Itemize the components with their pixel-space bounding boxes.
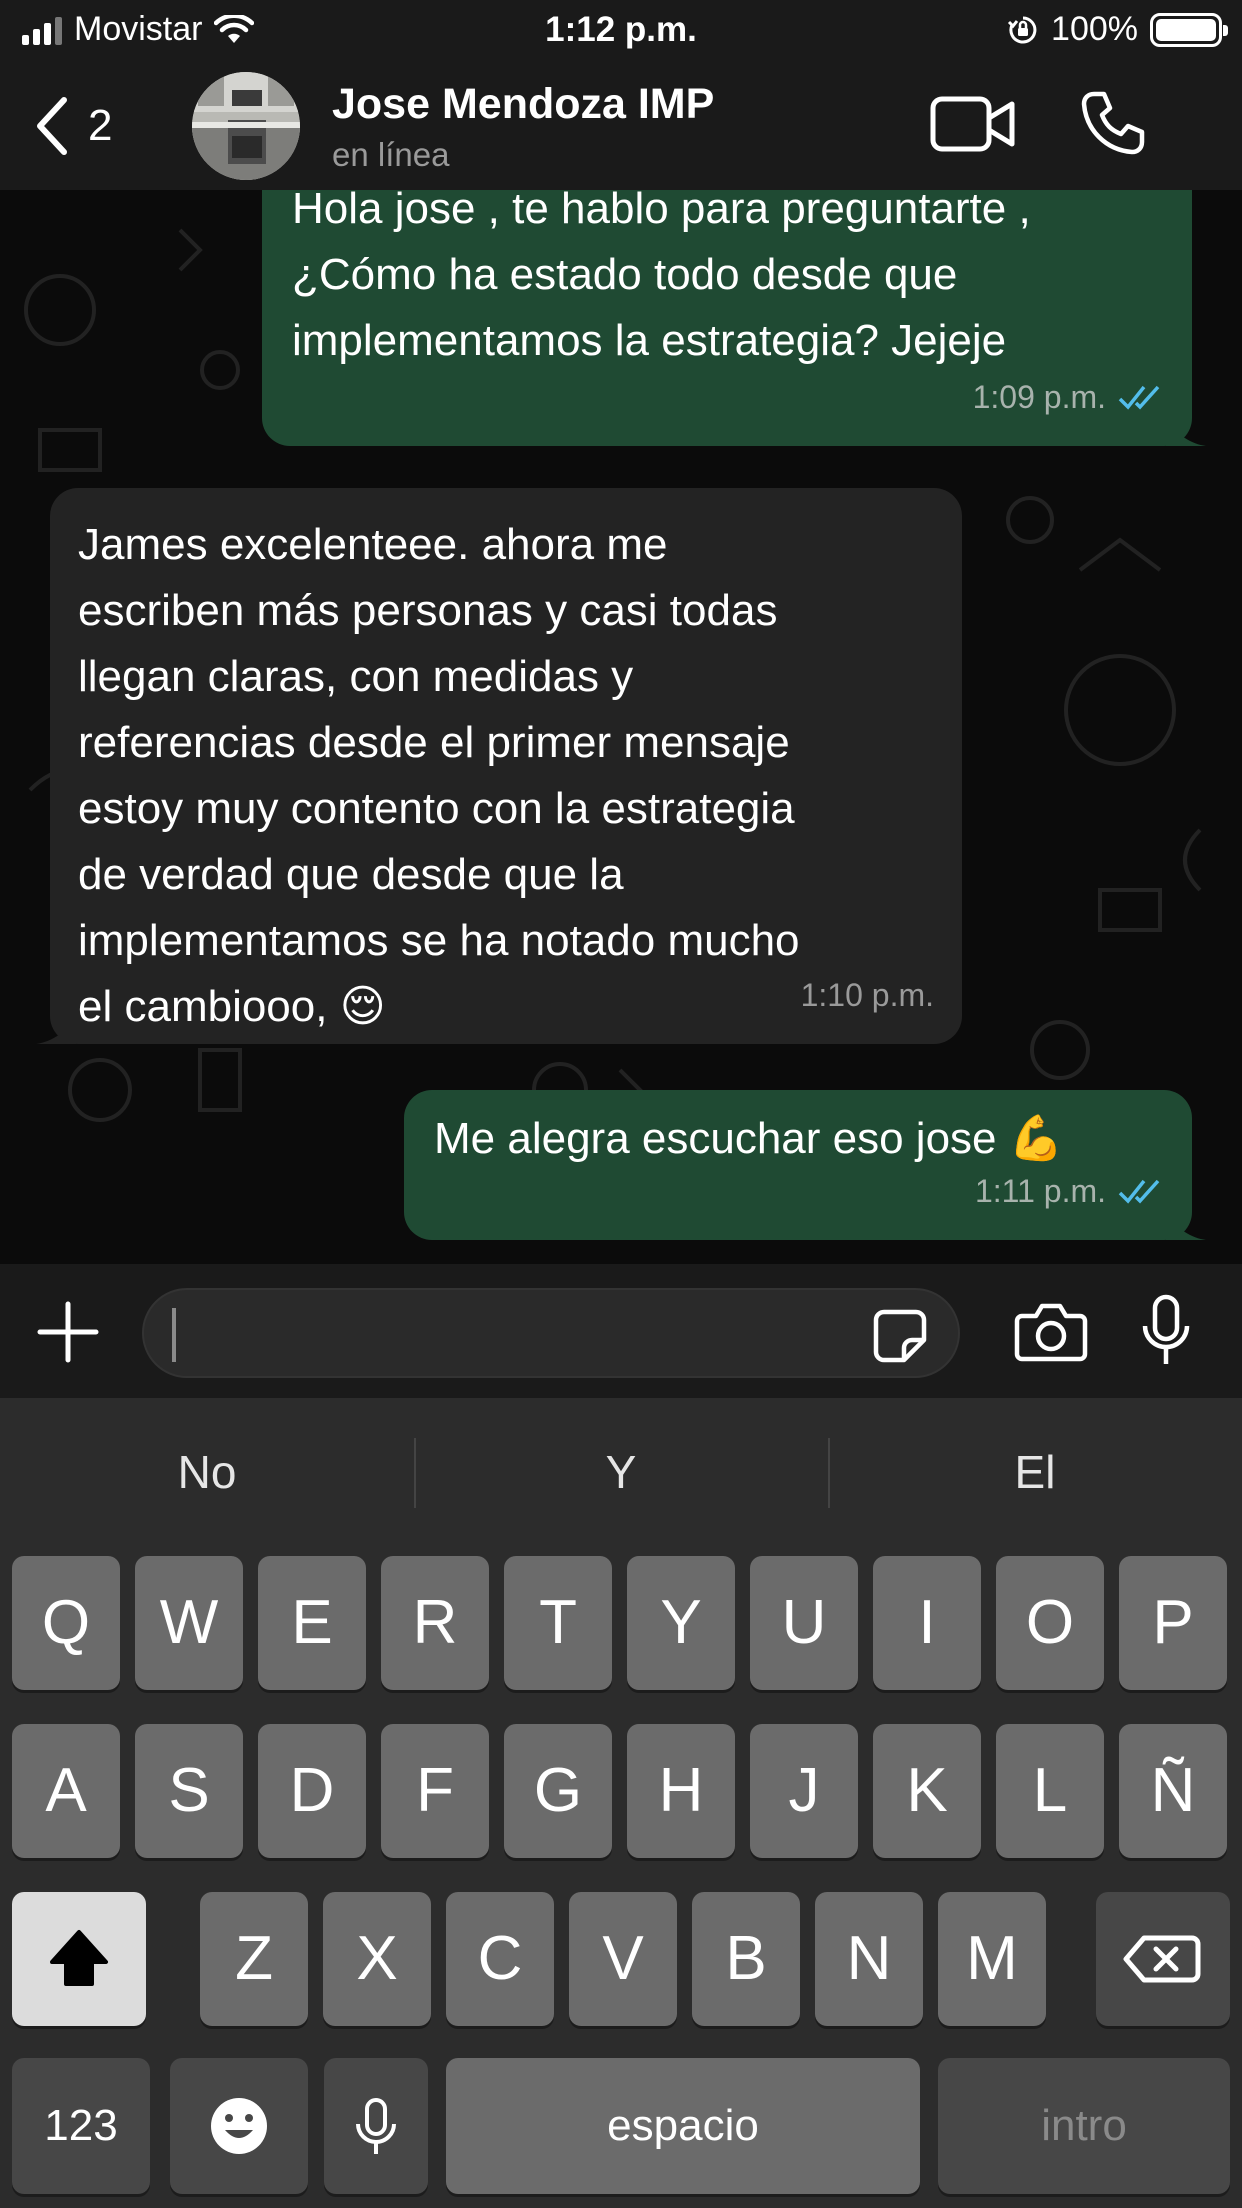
key-u[interactable]: U bbox=[750, 1556, 858, 1690]
message-input[interactable] bbox=[142, 1288, 960, 1378]
message-time: 1:10 p.m. bbox=[800, 977, 934, 1013]
shift-key[interactable] bbox=[12, 1892, 146, 2026]
key-z[interactable]: Z bbox=[200, 1892, 308, 2026]
phone-icon[interactable] bbox=[1080, 90, 1146, 156]
key-b[interactable]: B bbox=[692, 1892, 800, 2026]
shift-arrow-icon bbox=[50, 1930, 108, 1986]
message-meta: 1:11 p.m. bbox=[975, 1158, 1164, 1224]
space-key[interactable]: espacio bbox=[446, 2058, 920, 2194]
key-n[interactable]: N bbox=[815, 1892, 923, 2026]
emoji-icon bbox=[211, 2098, 267, 2154]
avatar[interactable] bbox=[192, 72, 300, 180]
message-bubble-outgoing[interactable]: Hola jose , te hablo para preguntarte , … bbox=[262, 190, 1206, 446]
key-h[interactable]: H bbox=[627, 1724, 735, 1858]
message-text: Me alegra escuchar eso jose 💪 bbox=[434, 1114, 1064, 1163]
key-v[interactable]: V bbox=[569, 1892, 677, 2026]
back-button[interactable]: 2 bbox=[34, 94, 144, 158]
key-r[interactable]: R bbox=[381, 1556, 489, 1690]
suggestion-item[interactable]: El bbox=[828, 1398, 1242, 1546]
key-d[interactable]: D bbox=[258, 1724, 366, 1858]
backspace-icon bbox=[1123, 1935, 1201, 1983]
space-key-label: espacio bbox=[607, 2101, 759, 2150]
key-i[interactable]: I bbox=[873, 1556, 981, 1690]
contact-name[interactable]: Jose Mendoza IMP bbox=[332, 80, 714, 129]
orientation-lock-icon bbox=[1007, 16, 1037, 43]
read-ticks-icon bbox=[1118, 1179, 1160, 1204]
battery-percent: 100% bbox=[1051, 10, 1138, 48]
status-right: 100% bbox=[1007, 10, 1228, 49]
numbers-key-label: 123 bbox=[44, 2101, 118, 2150]
suggestion-bar: No Y El bbox=[0, 1398, 1242, 1546]
key-s[interactable]: S bbox=[135, 1724, 243, 1858]
message-time: 1:11 p.m. bbox=[974, 1173, 1106, 1209]
message-bubble-incoming[interactable]: James excelenteee. ahora me escriben más… bbox=[36, 488, 962, 1044]
return-key-label: intro bbox=[1041, 2101, 1127, 2150]
unread-count: 2 bbox=[88, 101, 113, 150]
key-o[interactable]: O bbox=[996, 1556, 1104, 1690]
keyboard: No Y El QWERTYUIOP ASDFGHJKLÑ ZXCVBNM 12… bbox=[0, 1398, 1242, 2208]
message-text: Hola jose , te hablo para preguntarte , … bbox=[292, 190, 1031, 365]
chat-area[interactable]: Hola jose , te hablo para preguntarte , … bbox=[0, 190, 1242, 1264]
camera-icon[interactable] bbox=[1014, 1302, 1088, 1362]
backspace-key[interactable] bbox=[1096, 1892, 1230, 2026]
chat-header: 2 Jose Mendoza IMP en línea bbox=[0, 64, 1242, 190]
read-ticks-icon bbox=[1118, 385, 1160, 410]
video-call-icon[interactable] bbox=[930, 94, 1016, 154]
message-bubble-outgoing[interactable]: Me alegra escuchar eso jose 💪 1:11 p.m. bbox=[404, 1090, 1206, 1240]
message-meta: 1:10 p.m. bbox=[801, 962, 934, 1028]
chevron-left-icon bbox=[37, 97, 67, 155]
avatar-kitchen-image bbox=[192, 72, 300, 180]
bubble-tail bbox=[1166, 416, 1206, 446]
numbers-key[interactable]: 123 bbox=[12, 2058, 150, 2194]
contact-status: en línea bbox=[332, 136, 450, 173]
key-g[interactable]: G bbox=[504, 1724, 612, 1858]
key-e[interactable]: E bbox=[258, 1556, 366, 1690]
status-bar: Movistar 1:12 p.m. 100% bbox=[0, 0, 1242, 64]
message-meta: 1:09 p.m. bbox=[973, 364, 1164, 430]
battery-level bbox=[1156, 18, 1216, 41]
key-y[interactable]: Y bbox=[627, 1556, 735, 1690]
microphone-icon[interactable] bbox=[1140, 1294, 1192, 1368]
microphone-icon bbox=[356, 2098, 396, 2154]
battery-icon bbox=[1150, 12, 1228, 47]
key-p[interactable]: P bbox=[1119, 1556, 1227, 1690]
message-composer bbox=[0, 1264, 1242, 1398]
bubble-tail bbox=[1166, 1210, 1206, 1240]
emoji-key[interactable] bbox=[170, 2058, 308, 2194]
key-k[interactable]: K bbox=[873, 1724, 981, 1858]
key-ñ[interactable]: Ñ bbox=[1119, 1724, 1227, 1858]
plus-icon[interactable] bbox=[36, 1300, 100, 1364]
key-t[interactable]: T bbox=[504, 1556, 612, 1690]
key-j[interactable]: J bbox=[750, 1724, 858, 1858]
message-time: 1:09 p.m. bbox=[972, 379, 1106, 415]
text-caret bbox=[172, 1308, 176, 1362]
key-l[interactable]: L bbox=[996, 1724, 1104, 1858]
key-c[interactable]: C bbox=[446, 1892, 554, 2026]
suggestion-item[interactable]: No bbox=[0, 1398, 414, 1546]
bubble-tail bbox=[36, 1014, 76, 1044]
message-text: James excelenteee. ahora me escriben más… bbox=[78, 520, 800, 1031]
key-m[interactable]: M bbox=[938, 1892, 1046, 2026]
key-a[interactable]: A bbox=[12, 1724, 120, 1858]
key-w[interactable]: W bbox=[135, 1556, 243, 1690]
key-x[interactable]: X bbox=[323, 1892, 431, 2026]
return-key[interactable]: intro bbox=[938, 2058, 1230, 2194]
dictation-key[interactable] bbox=[324, 2058, 428, 2194]
suggestion-item[interactable]: Y bbox=[414, 1398, 828, 1546]
key-f[interactable]: F bbox=[381, 1724, 489, 1858]
sticker-icon[interactable] bbox=[872, 1308, 928, 1364]
key-q[interactable]: Q bbox=[12, 1556, 120, 1690]
